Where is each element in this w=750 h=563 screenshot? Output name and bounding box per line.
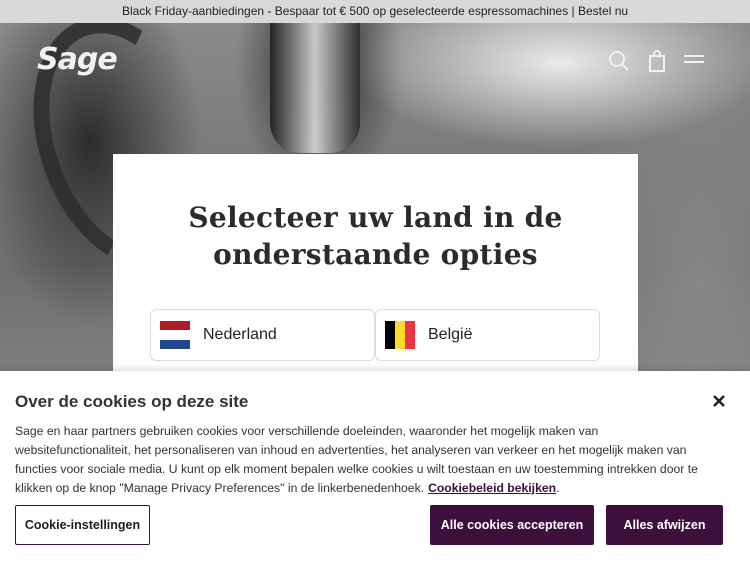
nl-flag-icon bbox=[160, 321, 190, 349]
hero-decoration bbox=[270, 23, 360, 153]
country-option-belgie[interactable]: België bbox=[375, 309, 600, 361]
country-option-nederland[interactable]: Nederland bbox=[150, 309, 375, 361]
country-selector-title: Selecteer uw land in de onderstaande opt… bbox=[188, 201, 563, 271]
shopping-bag-icon[interactable] bbox=[646, 50, 668, 72]
sage-logo[interactable]: Sage bbox=[37, 42, 118, 77]
menu-icon[interactable] bbox=[683, 50, 705, 72]
cookie-banner-text: Sage en haar partners gebruiken cookies … bbox=[15, 424, 698, 495]
cookie-body: Sage en haar partners gebruiken cookies … bbox=[15, 424, 698, 495]
cookie-settings-button[interactable]: Cookie-instellingen bbox=[15, 505, 150, 545]
search-icon[interactable] bbox=[608, 50, 630, 72]
be-flag-icon bbox=[385, 321, 415, 349]
close-icon[interactable] bbox=[709, 391, 729, 411]
promo-text[interactable]: Black Friday-aanbiedingen - Bespaar tot … bbox=[122, 4, 628, 18]
country-label: Nederland bbox=[203, 326, 277, 343]
accept-all-cookies-button[interactable]: Alle cookies accepteren bbox=[430, 505, 594, 545]
cookie-banner: Over de cookies op deze site Sage en haa… bbox=[0, 371, 750, 563]
cookie-policy-link[interactable]: Cookiebeleid bekijken bbox=[428, 481, 556, 495]
country-label: België bbox=[428, 326, 473, 343]
cookie-banner-title: Over de cookies op deze site bbox=[15, 392, 249, 411]
promo-banner[interactable]: Black Friday-aanbiedingen - Bespaar tot … bbox=[0, 0, 750, 23]
reject-all-button[interactable]: Alles afwijzen bbox=[606, 505, 723, 545]
